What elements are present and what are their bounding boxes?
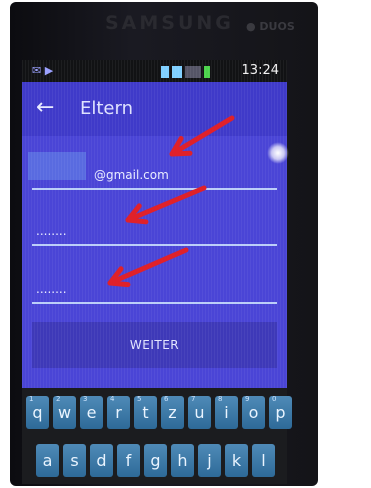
email-field[interactable]: @gmail.com: [28, 152, 277, 190]
key-number-hint: 9: [245, 395, 250, 403]
key-number-hint: 4: [110, 395, 115, 403]
password-underline: [32, 244, 277, 246]
status-bar: ✉ ▶ 13:24: [22, 60, 287, 82]
key-o[interactable]: 9o: [242, 395, 265, 429]
key-q[interactable]: 1q: [26, 395, 49, 429]
key-r[interactable]: 4r: [107, 395, 130, 429]
email-value: @gmail.com: [94, 168, 169, 182]
key-a[interactable]: a: [36, 444, 59, 477]
key-d[interactable]: d: [90, 444, 113, 477]
key-t[interactable]: 5t: [134, 395, 157, 429]
key-f[interactable]: f: [117, 444, 140, 477]
weiter-button[interactable]: WEITER: [32, 322, 277, 368]
key-number-hint: 0: [272, 395, 277, 403]
notification-icons: ✉ ▶: [32, 64, 54, 77]
key-l[interactable]: l: [252, 444, 275, 477]
light-glare: [267, 142, 289, 164]
back-arrow-icon[interactable]: ←: [36, 96, 60, 120]
page-title: Eltern: [80, 98, 133, 119]
phone-sensor-label: ● DUOS: [246, 20, 295, 33]
password-value: ........: [36, 224, 67, 238]
key-h[interactable]: h: [171, 444, 194, 477]
key-e[interactable]: 3e: [80, 395, 103, 429]
keyboard-row-1: 1q2w3e4r5t6z7u8i9o0p: [26, 395, 292, 429]
keyboard-row-2: asdfghjkl: [36, 444, 275, 477]
key-number-hint: 5: [137, 395, 142, 403]
key-number-hint: 8: [218, 395, 223, 403]
password-field[interactable]: ........: [32, 210, 277, 246]
phone-brand-logo: SAMSUNG: [105, 12, 234, 34]
signal-battery-icons: [161, 64, 231, 78]
confirm-password-value: ........: [36, 282, 67, 296]
key-number-hint: 3: [83, 395, 88, 403]
key-k[interactable]: k: [225, 444, 248, 477]
key-g[interactable]: g: [144, 444, 167, 477]
app-bar: ← Eltern: [22, 82, 287, 136]
key-number-hint: 7: [191, 395, 196, 403]
confirm-password-field[interactable]: ........: [32, 268, 277, 304]
email-underline: [32, 188, 277, 190]
key-s[interactable]: s: [63, 444, 86, 477]
key-number-hint: 2: [56, 395, 61, 403]
phone-screen: ✉ ▶ 13:24 ← Eltern @gmail.com ........ .…: [22, 60, 287, 388]
key-number-hint: 1: [29, 395, 34, 403]
key-u[interactable]: 7u: [188, 395, 211, 429]
key-i[interactable]: 8i: [215, 395, 238, 429]
confirm-underline: [32, 302, 277, 304]
status-time: 13:24: [241, 63, 279, 78]
key-z[interactable]: 6z: [161, 395, 184, 429]
key-number-hint: 6: [164, 395, 169, 403]
key-w[interactable]: 2w: [53, 395, 76, 429]
key-p[interactable]: 0p: [269, 395, 292, 429]
key-j[interactable]: j: [198, 444, 221, 477]
redacted-username: [28, 152, 86, 180]
keyboard: 1q2w3e4r5t6z7u8i9o0p asdfghjkl: [22, 388, 292, 484]
